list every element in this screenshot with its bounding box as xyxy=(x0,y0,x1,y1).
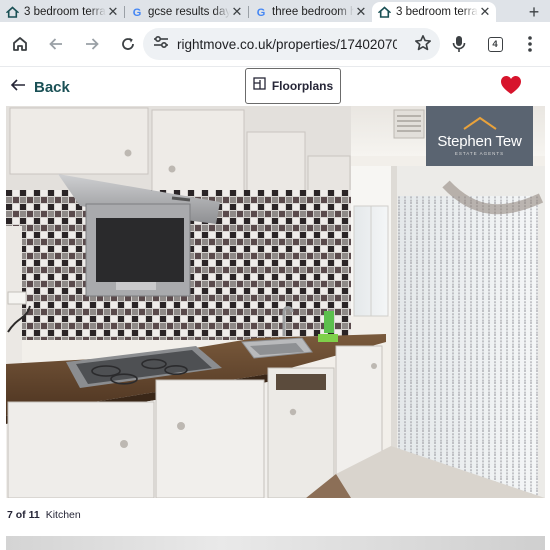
more-menu-icon[interactable] xyxy=(512,26,548,62)
browser-tab-1[interactable]: 3 bedroom terraced house ✕ xyxy=(0,2,124,22)
tab-switcher-button[interactable]: 4 xyxy=(477,26,513,62)
property-photo[interactable]: Stephen Tew ESTATE AGENTS xyxy=(6,106,545,498)
tab-title: 3 bedroom terraced house xyxy=(396,6,478,18)
photo-room-label: Kitchen xyxy=(45,509,81,521)
google-icon: G xyxy=(254,6,267,19)
tab-title: 3 bedroom terraced house xyxy=(24,6,106,18)
agent-name: Stephen Tew xyxy=(437,133,522,150)
floorplan-icon xyxy=(253,77,266,95)
tab-title: gcse results day 2024 xyxy=(148,6,230,18)
google-icon: G xyxy=(130,6,143,19)
plus-icon[interactable]: + xyxy=(518,2,550,22)
tab-count: 4 xyxy=(487,36,503,52)
home-icon[interactable] xyxy=(2,26,38,62)
back-label: Back xyxy=(34,78,70,96)
browser-tab-4-active[interactable]: 3 bedroom terraced house ✕ xyxy=(372,2,496,22)
browser-toolbar: rightmove.co.uk/properties/174020705?ut … xyxy=(0,22,550,66)
reload-icon[interactable] xyxy=(110,26,146,62)
close-tab-icon[interactable]: ✕ xyxy=(478,4,492,20)
agent-subtitle: ESTATE AGENTS xyxy=(454,151,505,156)
rightmove-icon xyxy=(378,5,391,19)
close-tab-icon[interactable]: ✕ xyxy=(230,4,244,20)
photo-caption: 7 of 11 Kitchen xyxy=(7,509,81,521)
close-tab-icon[interactable]: ✕ xyxy=(354,4,368,20)
svg-text:G: G xyxy=(132,7,141,18)
address-bar[interactable]: rightmove.co.uk/properties/174020705?ut xyxy=(143,28,440,60)
photo-position: 7 of 11 xyxy=(7,509,40,521)
rightmove-icon xyxy=(6,5,19,19)
close-tab-icon[interactable]: ✕ xyxy=(106,4,120,20)
site-settings-icon[interactable] xyxy=(153,35,169,54)
heart-icon[interactable] xyxy=(500,75,522,100)
microphone-icon[interactable] xyxy=(441,26,477,62)
agent-logo: Stephen Tew ESTATE AGENTS xyxy=(426,106,533,166)
floorplans-button[interactable]: Floorplans xyxy=(245,68,341,104)
forward-arrow-icon[interactable] xyxy=(74,26,110,62)
back-button[interactable]: Back xyxy=(10,75,70,99)
browser-tab-3[interactable]: G three bedroom house ✕ xyxy=(248,2,372,22)
svg-text:G: G xyxy=(256,7,265,18)
floorplans-label: Floorplans xyxy=(271,79,334,93)
tab-title: three bedroom house xyxy=(272,6,354,18)
next-photo-preview[interactable] xyxy=(6,536,545,550)
gallery-header: Back Floorplans xyxy=(0,66,550,106)
url-text: rightmove.co.uk/properties/174020705?ut xyxy=(177,36,397,52)
bookmark-star-icon[interactable] xyxy=(414,34,432,57)
arrow-left-icon xyxy=(10,78,26,97)
tab-strip: 3 bedroom terraced house ✕ G gcse result… xyxy=(0,0,550,22)
browser-tab-2[interactable]: G gcse results day 2024 ✕ xyxy=(124,2,248,22)
roof-icon xyxy=(462,116,497,130)
back-arrow-icon[interactable] xyxy=(38,26,74,62)
